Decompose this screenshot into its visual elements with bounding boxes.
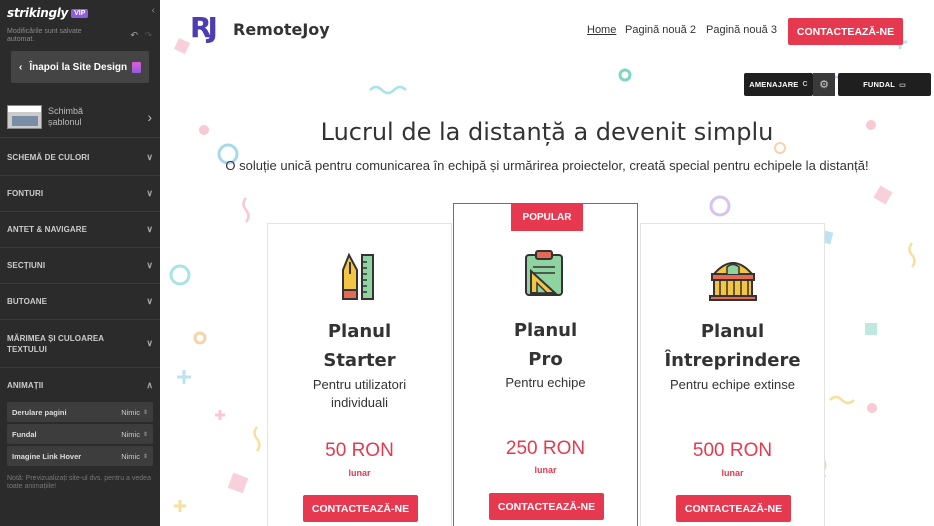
plan-price: 50 RON: [325, 440, 394, 461]
setting-label: Derulare pagini: [12, 407, 67, 417]
nav-link-page-2[interactable]: Pagină nouă 2: [625, 24, 696, 36]
chevron-down-icon: ∨: [146, 152, 153, 162]
plan-price: 250 RON: [505, 438, 586, 459]
plan-contact-button[interactable]: CONTACTEAZĂ-NE: [303, 495, 418, 522]
setting-select[interactable]: Nimic: [121, 408, 140, 417]
sidebar-item-text-size-color[interactable]: MĂRIMEA ȘI CULOAREA TEXTULUI ∨: [0, 320, 160, 368]
image-icon: ▭: [899, 81, 906, 89]
back-button-label: Înapoi la Site Design: [29, 61, 128, 73]
editor-sidebar: strikingly VIP ‹ Modificările sunt salvat…: [0, 0, 160, 526]
sidebar-item-label: SCHEMĂ DE CULORI: [7, 153, 90, 162]
template-thumbnail: [7, 104, 42, 129]
plan-price: 500 RON: [692, 440, 773, 461]
chevron-down-icon: ∨: [146, 338, 153, 348]
background-button[interactable]: FUNDAL ▭: [838, 73, 931, 96]
plan-name-line1: Planul: [700, 321, 765, 342]
nav-contact-button[interactable]: CONTACTEAZĂ-NE: [788, 18, 903, 45]
palette-icon: [132, 61, 141, 73]
sidebar-item-fonts[interactable]: FONTURI ∨: [0, 176, 160, 212]
select-arrows-icon: ⇕: [142, 431, 148, 438]
clipboard-ruler-icon: [525, 250, 563, 296]
hero-title: Lucrul de la distanță a devenit simplu: [320, 118, 774, 146]
plan-description: Pentru echipe extinse: [669, 377, 796, 392]
setting-label: Fundal: [12, 429, 37, 439]
plan-description: Pentru utilizatori individuali: [312, 377, 407, 410]
layout-shortcut-icon: C: [802, 81, 808, 88]
chevron-down-icon: ∨: [146, 188, 153, 198]
animation-settings: Derulare pagini Nimic ⇕ Fundal Nimic ⇕ I…: [7, 402, 153, 468]
plan-period: lunar: [348, 468, 371, 478]
chevron-right-icon: ›: [147, 108, 152, 125]
pricing-card-pro: POPULAR Planul Pro Pentru echipe 250 RON…: [453, 203, 638, 526]
animation-setting-link-hover[interactable]: Imagine Link Hover Nimic ⇕: [7, 446, 153, 466]
setting-select[interactable]: Nimic: [121, 430, 140, 439]
change-template-item[interactable]: Schimbă șablonul ›: [0, 96, 160, 138]
plan-description: Pentru echipe: [505, 375, 586, 390]
pen-ruler-icon: [342, 252, 374, 300]
sidebar-item-label: MĂRIMEA ȘI CULOAREA TEXTULUI: [7, 333, 104, 354]
gear-icon[interactable]: ⚙: [813, 73, 835, 96]
layout-button[interactable]: AMENAJARE C: [744, 73, 813, 96]
pricing-card-starter: Planul Starter Pentru utilizatori indivi…: [267, 223, 452, 526]
plan-name-line1: Planul: [513, 320, 578, 341]
site-preview: RJ RemoteJoy Home Pagină nouă 2 Pagină n…: [160, 0, 934, 526]
background-button-label: FUNDAL: [863, 80, 896, 89]
plan-name-line2: Pro: [528, 349, 563, 370]
change-template-label: Schimbă șablonul: [48, 105, 84, 127]
sidebar-item-buttons[interactable]: BUTOANE ∨: [0, 284, 160, 320]
undo-icon[interactable]: ↶: [130, 30, 138, 41]
chevron-down-icon: ∨: [146, 260, 153, 270]
sidebar-item-label: ANTET & NAVIGARE: [7, 225, 88, 234]
animation-setting-scroll[interactable]: Derulare pagini Nimic ⇕: [7, 402, 153, 422]
autosave-status: Modificările sunt salvate automat.: [7, 28, 82, 43]
setting-label: Imagine Link Hover: [12, 451, 82, 461]
hero-subtitle: O soluție unică pentru comunicarea în ec…: [225, 158, 869, 173]
chevron-down-icon: ∨: [146, 296, 153, 306]
sidebar-item-label: ANIMAȚII: [7, 380, 44, 390]
sidebar-item-label: FONTURI: [7, 189, 44, 198]
back-to-site-design-button[interactable]: ‹ Înapoi la Site Design: [11, 51, 149, 83]
collapse-sidebar-icon[interactable]: ‹: [152, 5, 155, 16]
animation-setting-background[interactable]: Fundal Nimic ⇕: [7, 424, 153, 444]
animation-note: Notă: Previzualizați site-ul dvs. pentru…: [7, 475, 151, 490]
popular-badge: POPULAR: [511, 204, 583, 231]
nav-link-home[interactable]: Home: [587, 24, 616, 36]
sidebar-header: strikingly VIP ‹ Modificările sunt salvat…: [0, 0, 160, 48]
sidebar-item-label: BUTOANE: [7, 297, 48, 306]
setting-select[interactable]: Nimic: [121, 452, 140, 461]
building-icon: [709, 262, 757, 301]
plan-name-line1: Planul: [327, 321, 392, 342]
strikingly-logo: strikingly: [7, 6, 69, 20]
pricing-card-enterprise: Planul Întreprindere Pentru echipe extin…: [640, 223, 825, 526]
sidebar-item-color-scheme[interactable]: SCHEMĂ DE CULORI ∨: [0, 140, 160, 176]
sidebar-item-animations[interactable]: ANIMAȚII ∧: [0, 368, 160, 402]
layout-button-label: AMENAJARE: [749, 80, 799, 89]
nav-link-page-3[interactable]: Pagină nouă 3: [706, 24, 777, 36]
plan-contact-button[interactable]: CONTACTEAZĂ-NE: [676, 495, 791, 522]
sidebar-item-sections[interactable]: SECȚIUNI ∨: [0, 248, 160, 284]
vip-badge: VIP: [71, 9, 89, 18]
sidebar-item-header-navigation[interactable]: ANTET & NAVIGARE ∨: [0, 212, 160, 248]
chevron-left-icon: ‹: [19, 61, 23, 73]
plan-name-line2: Starter: [323, 350, 396, 371]
plan-name-line2: Întreprindere: [664, 350, 801, 371]
plan-contact-button[interactable]: CONTACTEAZĂ-NE: [489, 493, 604, 520]
select-arrows-icon: ⇕: [142, 409, 148, 416]
site-logo-text[interactable]: RemoteJoy: [233, 20, 330, 39]
select-arrows-icon: ⇕: [142, 453, 148, 460]
plan-period: lunar: [721, 468, 744, 478]
site-logo-mark[interactable]: RJ: [190, 11, 218, 44]
sidebar-item-label: SECȚIUNI: [7, 261, 46, 270]
plan-period: lunar: [534, 465, 557, 475]
redo-icon[interactable]: ↷: [144, 30, 152, 41]
chevron-down-icon: ∨: [146, 224, 153, 234]
chevron-up-icon: ∧: [146, 379, 153, 390]
